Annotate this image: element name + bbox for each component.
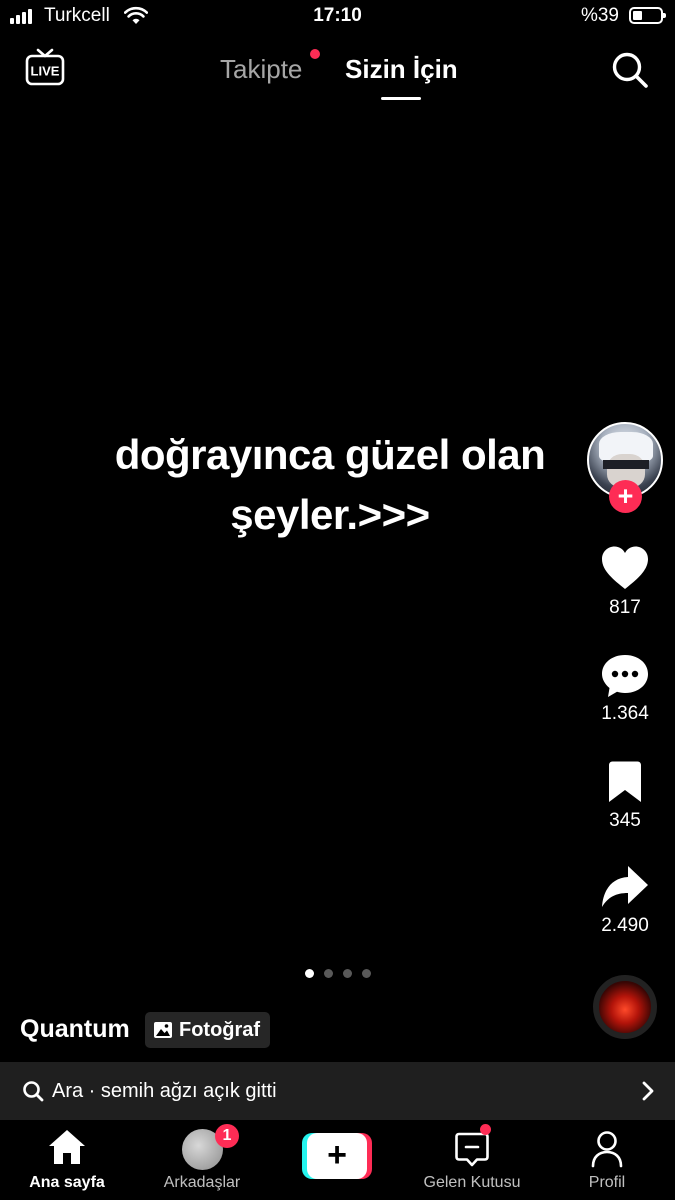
friends-notification-badge: 1 — [215, 1124, 239, 1148]
nav-home-label: Ana sayfa — [29, 1174, 105, 1191]
share-button[interactable] — [600, 864, 650, 915]
nav-friends-label: Arkadaşlar — [163, 1174, 241, 1191]
slide-indicator — [0, 969, 675, 978]
tab-for-you[interactable]: Sizin İçin — [345, 54, 458, 85]
follow-button[interactable]: + — [609, 480, 642, 513]
create-post-button[interactable]: + — [302, 1133, 372, 1179]
clock: 17:10 — [313, 5, 362, 26]
like-button[interactable] — [600, 545, 650, 596]
live-button[interactable]: LIVE — [24, 46, 66, 95]
profile-icon — [591, 1131, 623, 1168]
like-count: 817 — [609, 597, 641, 618]
photo-badge-label: Fotoğraf — [179, 1018, 261, 1041]
following-notification-dot — [310, 49, 320, 59]
share-count: 2.490 — [601, 915, 649, 936]
heart-icon — [602, 546, 648, 589]
share-arrow-icon — [602, 866, 648, 907]
nav-home[interactable]: Ana sayfa — [7, 1122, 127, 1200]
slide-dot — [361, 969, 371, 978]
save-count: 345 — [609, 810, 641, 831]
inbox-icon — [455, 1132, 489, 1167]
active-tab-indicator — [381, 97, 421, 100]
slide-dot — [323, 969, 333, 978]
photo-icon — [154, 1022, 172, 1038]
photo-post-badge: Fotoğraf — [145, 1012, 271, 1048]
nav-profile[interactable]: Profil — [547, 1122, 667, 1200]
comment-count: 1.364 — [601, 703, 649, 724]
search-icon — [23, 1081, 44, 1102]
post-caption: doğrayınca güzel olan şeyler.>>> — [70, 425, 590, 545]
battery-icon — [629, 7, 666, 24]
live-label: LIVE — [31, 64, 60, 79]
search-suggestion-bar[interactable]: Ara · semih ağzı açık gitti — [0, 1062, 675, 1120]
chevron-right-icon — [642, 1081, 654, 1101]
bookmark-icon — [609, 761, 641, 802]
save-button[interactable] — [605, 760, 645, 809]
nav-inbox-label: Gelen Kutusu — [423, 1174, 521, 1191]
caption-line-1: doğrayınca güzel olan — [114, 431, 546, 478]
author-name[interactable]: Quantum — [20, 1015, 130, 1044]
caption-line-2: şeyler.>>> — [230, 491, 430, 538]
inbox-notification-dot — [480, 1124, 491, 1135]
comment-icon — [602, 655, 648, 697]
battery-percentage: %39 — [580, 5, 619, 26]
nav-friends[interactable]: 1 Arkadaşlar — [142, 1122, 262, 1200]
nav-profile-label: Profil — [588, 1174, 626, 1191]
home-icon — [49, 1130, 85, 1164]
comment-button[interactable] — [600, 652, 650, 705]
nav-inbox[interactable]: Gelen Kutusu — [412, 1122, 532, 1200]
bottom-navigation: Ana sayfa 1 Arkadaşlar + Gelen Kutusu Pr… — [0, 1122, 675, 1200]
search-button[interactable] — [610, 50, 650, 95]
search-suggestion-text: Ara · semih ağzı açık gitti — [52, 1079, 277, 1102]
status-bar: Turkcell 17:10 %39 — [0, 0, 675, 36]
tab-following[interactable]: Takipte — [220, 54, 302, 85]
search-icon — [612, 52, 648, 88]
music-disc[interactable] — [593, 975, 657, 1039]
plus-icon: + — [307, 1133, 367, 1179]
slide-dot — [304, 969, 314, 978]
live-tv-icon: LIVE — [25, 48, 65, 86]
slide-dot — [342, 969, 352, 978]
